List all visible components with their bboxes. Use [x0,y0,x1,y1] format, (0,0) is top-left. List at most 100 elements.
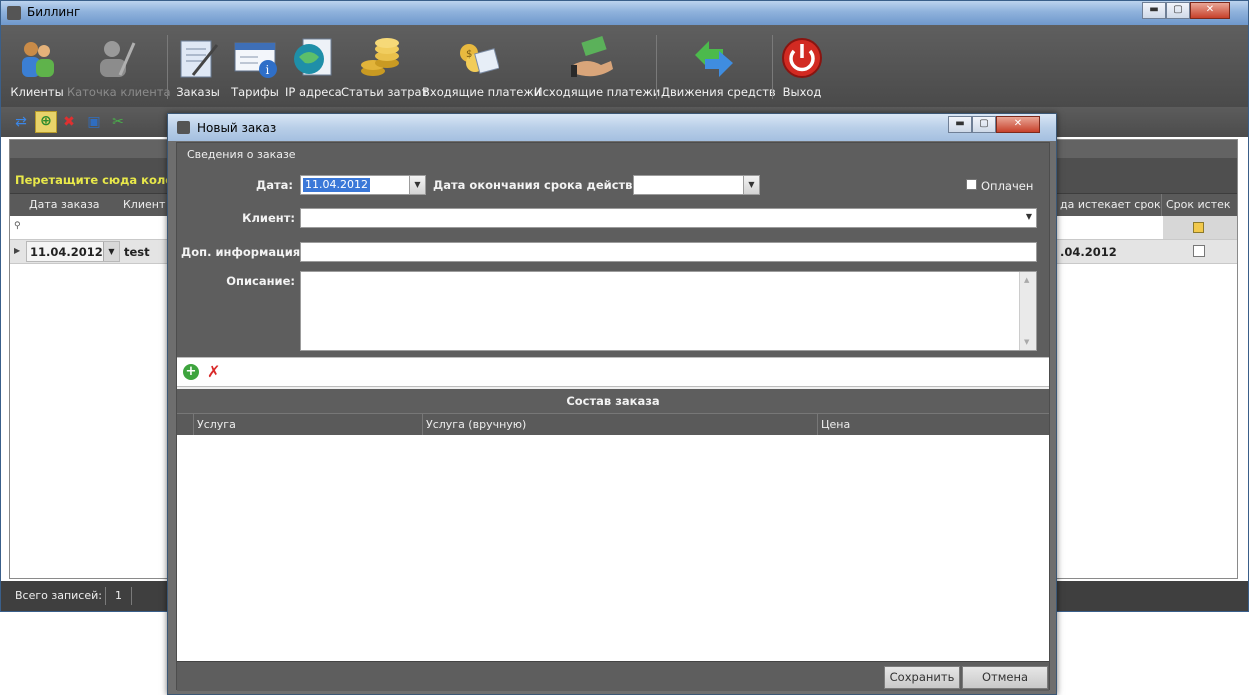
add-item-icon[interactable]: + [183,364,199,380]
dialog-window-controls: ▬ ▢ ✕ [948,116,1040,133]
toolbar-separator [772,35,773,99]
add-icon[interactable]: ⊕ [35,111,57,133]
power-icon [779,35,825,81]
save-button[interactable]: Сохранить [884,666,960,689]
order-date-value: 11.04.2012 [30,245,103,259]
toolbar-separator [167,35,168,99]
outgoing-payments-button[interactable]: Исходящие платежи [534,31,660,105]
expiry-date-field[interactable]: ▼ [633,175,760,195]
dialog-close-button[interactable]: ✕ [996,116,1040,133]
expires-value: .04.2012 [1060,245,1117,259]
app-icon [7,6,21,20]
records-count: 1 [115,589,122,602]
svg-text:$: $ [466,49,472,60]
incoming-payments-button[interactable]: $ Входящие платежи [422,31,542,105]
records-label: Всего записей: [15,589,102,602]
scroll-up-icon[interactable]: ▲ [1024,276,1029,284]
order-date-cell[interactable]: 11.04.2012 ▼ [26,241,120,262]
column-order-date[interactable]: Дата заказа [29,198,100,211]
money-flow-icon [691,35,737,81]
column-expired[interactable]: Срок истек [1166,198,1231,211]
order-form: Дата: 11.04.2012 ▼ Дата окончания срока … [177,165,1049,357]
close-button[interactable]: ✕ [1190,2,1230,19]
group-by-hint: Перетащите сюда колонк [15,173,189,187]
chevron-down-icon[interactable]: ▼ [1026,212,1032,221]
svg-text:i: i [266,63,270,77]
ip-addresses-label: IP адреса [285,85,342,99]
paid-label: Оплачен [981,179,1034,193]
date-field[interactable]: 11.04.2012 ▼ [300,175,426,195]
dialog-icon [177,121,190,134]
composition-header: Состав заказа [177,389,1049,413]
scroll-down-icon[interactable]: ▼ [1024,338,1029,346]
clients-icon [14,35,60,81]
column-client[interactable]: Клиент [123,198,165,211]
date-label: Дата: [255,178,293,192]
outgoing-payments-icon [569,35,615,81]
composition-title: Состав заказа [566,394,660,408]
money-flow-button[interactable]: Движения средств [661,31,776,105]
tariffs-button[interactable]: i Тарифы [227,31,283,105]
client-card-label: Каточка клиента [67,85,171,99]
clients-label: Клиенты [10,85,64,99]
cost-items-button[interactable]: Статьи затрат [341,31,428,105]
date-value: 11.04.2012 [303,178,370,192]
column-service-manual[interactable]: Услуга (вручную) [426,418,526,431]
tariffs-label: Тарифы [231,85,279,99]
paid-checkbox[interactable] [966,179,977,190]
column-divider [817,414,818,435]
delete-icon[interactable]: ✖ [60,113,78,131]
toolbar-separator [656,35,657,99]
exit-button[interactable]: Выход [777,31,827,105]
description-textarea[interactable]: ▲ ▼ [300,271,1037,351]
client-card-button[interactable]: Каточка клиента [67,31,171,105]
column-expires[interactable]: да истекает срок [1060,198,1161,211]
tariffs-icon: i [232,35,278,81]
column-divider [1161,194,1162,216]
dialog-maximize-button[interactable]: ▢ [972,116,996,133]
dialog-title: Новый заказ [197,121,277,135]
composition-column-header: Услуга Услуга (вручную) Цена [177,413,1049,435]
order-details-title: Сведения о заказе [187,148,296,161]
client-value: test [124,245,150,259]
extra-info-label: Доп. информация: [181,245,305,259]
client-combobox[interactable]: ▼ [300,208,1037,228]
money-flow-label: Движения средств [661,85,776,99]
clients-button[interactable]: Клиенты [9,31,65,105]
maximize-button[interactable]: ▢ [1166,2,1190,19]
orders-label: Заказы [176,85,220,99]
extra-info-field[interactable] [300,242,1037,262]
refresh-icon[interactable]: ⇄ [12,113,30,131]
chevron-down-icon[interactable]: ▼ [103,242,119,261]
status-separator [131,587,132,605]
description-label: Описание: [226,274,295,288]
orders-button[interactable]: Заказы [173,31,223,105]
dialog-titlebar[interactable]: Новый заказ ▬ ▢ ✕ [168,114,1056,141]
filter-checkbox[interactable] [1193,222,1204,233]
ip-addresses-button[interactable]: IP адреса [285,31,342,105]
coins-icon [357,35,403,81]
save-icon[interactable]: ▣ [85,113,103,131]
delete-item-icon[interactable]: ✗ [207,362,220,381]
row-indicator-icon: ▶ [14,246,21,255]
export-excel-icon[interactable]: ✂ [109,113,127,131]
main-window-controls: ▬ ▢ ✕ [1142,2,1230,19]
minimize-button[interactable]: ▬ [1142,2,1166,19]
chevron-down-icon[interactable]: ▼ [743,176,759,194]
expired-checkbox[interactable] [1193,245,1205,257]
composition-grid-body[interactable] [177,435,1049,661]
dialog-button-bar: Сохранить Отмена [177,661,1049,691]
filter-icon: ⚲ [14,221,21,231]
main-title: Биллинг [27,5,81,19]
new-order-dialog: Новый заказ ▬ ▢ ✕ Сведения о заказе Дата… [167,113,1057,695]
dialog-minimize-button[interactable]: ▬ [948,116,972,133]
column-price[interactable]: Цена [821,418,850,431]
incoming-payments-label: Входящие платежи [422,85,542,99]
orders-icon [175,35,221,81]
client-label: Клиент: [242,211,295,225]
description-scrollbar[interactable]: ▲ ▼ [1019,272,1036,350]
chevron-down-icon[interactable]: ▼ [409,176,425,194]
order-details-header: Сведения о заказе [177,143,1049,165]
column-service[interactable]: Услуга [197,418,236,431]
cancel-button[interactable]: Отмена [962,666,1048,689]
